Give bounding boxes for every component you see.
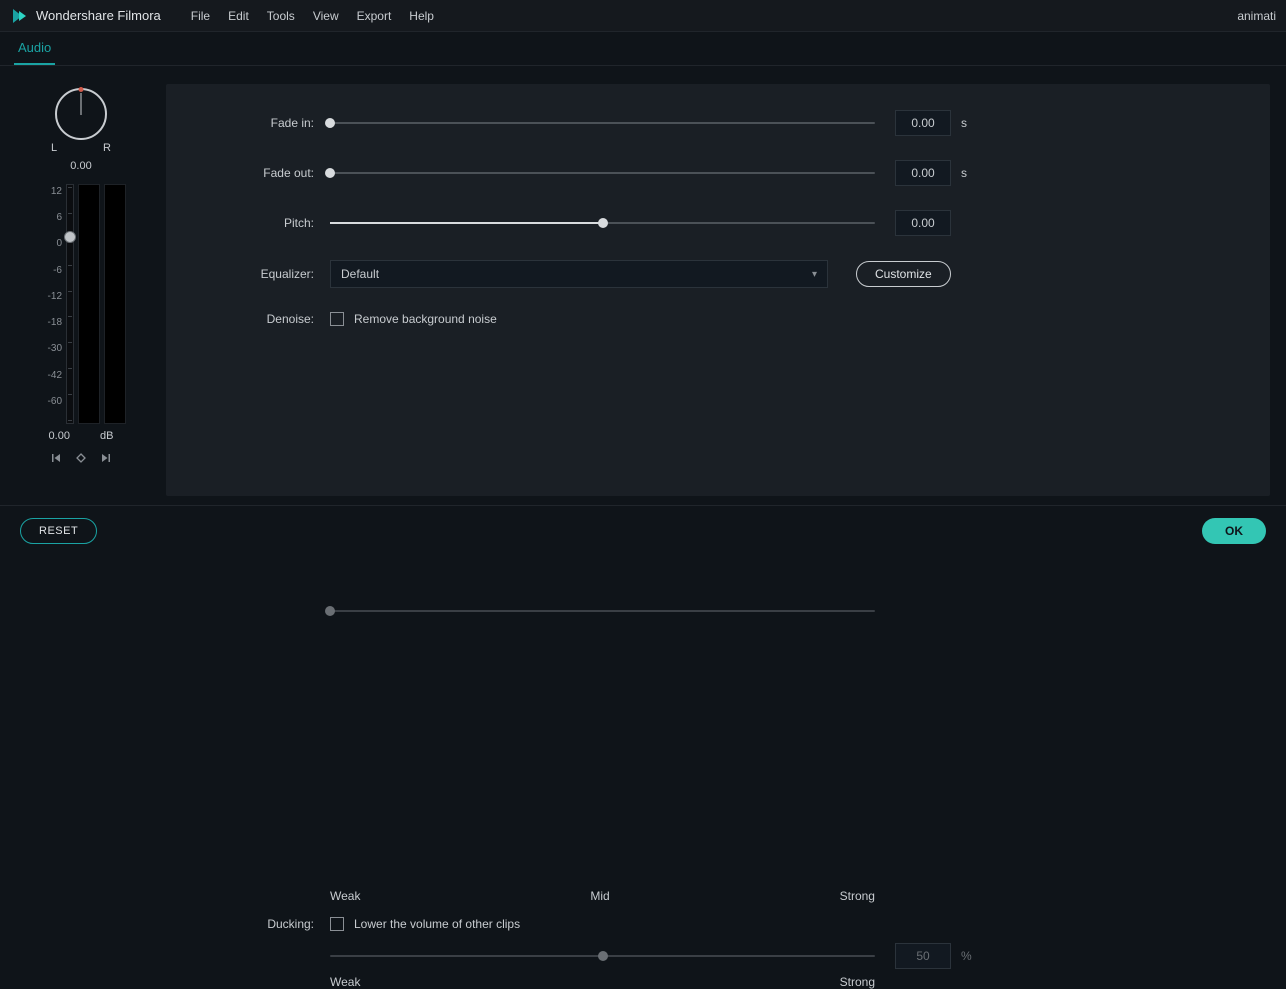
fade-in-unit: s bbox=[961, 116, 967, 130]
pitch-thumb-icon[interactable] bbox=[598, 218, 608, 228]
volume-unit: dB bbox=[100, 430, 113, 442]
balance-right-label: R bbox=[103, 142, 111, 154]
ducking-input[interactable] bbox=[895, 943, 951, 969]
ducking-checkbox[interactable] bbox=[330, 917, 344, 931]
ducking-checkbox-label: Lower the volume of other clips bbox=[354, 917, 520, 931]
add-keyframe-icon[interactable] bbox=[76, 452, 86, 466]
menu-file[interactable]: File bbox=[191, 9, 210, 23]
menu-tools[interactable]: Tools bbox=[267, 9, 295, 23]
level-meter-left bbox=[78, 184, 100, 424]
menu-bar: File Edit Tools View Export Help bbox=[191, 9, 434, 23]
balance-left-label: L bbox=[51, 142, 57, 154]
right-truncated-label: animati bbox=[1237, 9, 1276, 23]
denoise-thumb-icon[interactable] bbox=[325, 606, 335, 616]
balance-dial[interactable] bbox=[55, 88, 107, 140]
app-logo-icon bbox=[10, 7, 28, 25]
equalizer-customize-button[interactable]: Customize bbox=[856, 261, 951, 287]
next-keyframe-icon[interactable] bbox=[100, 452, 110, 466]
ducking-thumb-icon[interactable] bbox=[598, 951, 608, 961]
fade-out-label: Fade out: bbox=[200, 166, 330, 180]
app-title: Wondershare Filmora bbox=[36, 8, 161, 23]
ok-button[interactable]: OK bbox=[1202, 518, 1266, 544]
pitch-input[interactable] bbox=[895, 210, 951, 236]
ducking-end-strong: Strong bbox=[840, 975, 875, 989]
menu-edit[interactable]: Edit bbox=[228, 9, 249, 23]
denoise-checkbox[interactable] bbox=[330, 312, 344, 326]
volume-thumb-icon[interactable] bbox=[64, 231, 76, 243]
prev-keyframe-icon[interactable] bbox=[52, 452, 62, 466]
ducking-unit: % bbox=[961, 949, 972, 963]
balance-value: 0.00 bbox=[70, 160, 91, 172]
meter-tick-labels: 126 0-6 -12-18 -30-42 -60 bbox=[36, 184, 66, 424]
ducking-end-weak: Weak bbox=[330, 975, 360, 989]
level-meter-right bbox=[104, 184, 126, 424]
fade-in-slider[interactable] bbox=[330, 117, 875, 129]
reset-button[interactable]: RESET bbox=[20, 518, 97, 544]
pitch-slider[interactable] bbox=[330, 217, 875, 229]
ducking-label: Ducking: bbox=[200, 917, 330, 931]
fade-out-unit: s bbox=[961, 166, 967, 180]
volume-slider-vertical[interactable] bbox=[66, 184, 74, 424]
menu-view[interactable]: View bbox=[313, 9, 339, 23]
equalizer-select[interactable]: Default ▾ bbox=[330, 260, 828, 288]
denoise-end-weak: Weak bbox=[330, 889, 360, 903]
denoise-end-strong: Strong bbox=[840, 889, 875, 903]
fade-out-slider[interactable] bbox=[330, 167, 875, 179]
equalizer-selected-value: Default bbox=[341, 267, 379, 281]
volume-value: 0.00 bbox=[49, 430, 70, 442]
fade-out-input[interactable] bbox=[895, 160, 951, 186]
pitch-label: Pitch: bbox=[200, 216, 330, 230]
fade-in-input[interactable] bbox=[895, 110, 951, 136]
equalizer-label: Equalizer: bbox=[200, 267, 330, 281]
menu-help[interactable]: Help bbox=[409, 9, 434, 23]
fade-in-label: Fade in: bbox=[200, 116, 330, 130]
fade-out-thumb-icon[interactable] bbox=[325, 168, 335, 178]
denoise-end-mid: Mid bbox=[590, 889, 609, 903]
fade-in-thumb-icon[interactable] bbox=[325, 118, 335, 128]
ducking-slider[interactable] bbox=[330, 950, 875, 962]
denoise-label: Denoise: bbox=[200, 312, 330, 326]
menu-export[interactable]: Export bbox=[357, 9, 392, 23]
tab-audio[interactable]: Audio bbox=[14, 32, 55, 65]
denoise-checkbox-label: Remove background noise bbox=[354, 312, 497, 326]
balance-indicator-icon bbox=[79, 87, 84, 92]
denoise-slider[interactable] bbox=[330, 338, 875, 883]
chevron-down-icon: ▾ bbox=[812, 269, 817, 280]
